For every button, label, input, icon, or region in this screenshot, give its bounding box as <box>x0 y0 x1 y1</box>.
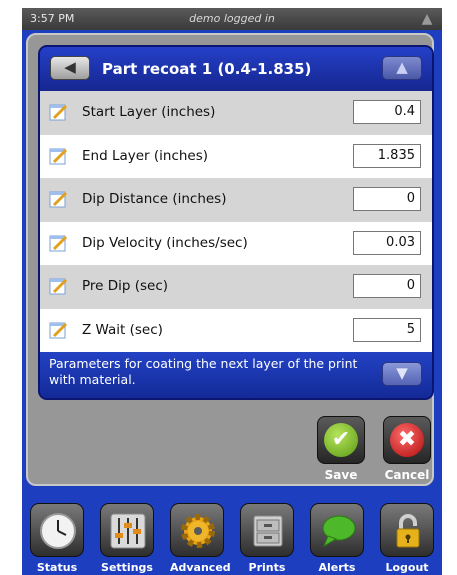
nav-prints-frame <box>240 503 294 557</box>
parameter-list: Start Layer (inches) 0.4 End Layer (inch… <box>40 91 432 352</box>
parameter-row-end-layer[interactable]: End Layer (inches) 1.835 <box>40 134 432 178</box>
save-button[interactable]: ✔ Save <box>317 416 365 482</box>
nav-advanced-frame <box>170 503 224 557</box>
edit-note-icon <box>49 322 68 338</box>
nav-logout-label: Logout <box>385 561 429 574</box>
cancel-button[interactable]: ✖ Cancel <box>383 416 431 482</box>
nav-settings[interactable]: Settings <box>100 503 154 574</box>
nav-advanced-label: Advanced <box>170 561 231 574</box>
checkmark-icon: ✔ <box>324 423 358 457</box>
arrow-up-icon: ▲ <box>396 58 408 76</box>
parameter-row-pre-dip[interactable]: Pre Dip (sec) 0 <box>40 265 432 309</box>
scroll-up-button[interactable]: ▲ <box>382 56 422 80</box>
gear-icon <box>181 514 215 548</box>
parameter-row-z-wait[interactable]: Z Wait (sec) 5 <box>40 308 432 352</box>
end-layer-input[interactable]: 1.835 <box>353 143 421 168</box>
parameters-dialog: ◀ Part recoat 1 (0.4-1.835) ▲ Start Laye… <box>38 45 434 400</box>
dialog-header: ◀ Part recoat 1 (0.4-1.835) ▲ <box>40 47 432 91</box>
nav-alerts-label: Alerts <box>318 561 356 574</box>
nav-status-frame <box>30 503 84 557</box>
back-button[interactable]: ◀ <box>50 56 90 80</box>
edit-note-icon <box>49 235 68 251</box>
dialog-footer: Parameters for coating the next layer of… <box>40 352 432 398</box>
nav-status-label: Status <box>36 561 78 574</box>
clock-icon <box>40 513 76 549</box>
dip-distance-input[interactable]: 0 <box>353 187 421 211</box>
nav-prints-label: Prints <box>248 561 286 574</box>
dialog-title: Part recoat 1 (0.4-1.835) <box>102 60 312 78</box>
scroll-down-button[interactable]: ▼ <box>382 362 422 386</box>
parameter-row-dip-distance[interactable]: Dip Distance (inches) 0 <box>40 178 432 222</box>
parameter-label: Z Wait (sec) <box>82 321 163 338</box>
z-wait-input[interactable]: 5 <box>353 317 421 342</box>
nav-logout[interactable]: Logout <box>380 503 434 574</box>
parameter-label: Dip Distance (inches) <box>82 191 227 207</box>
nav-settings-label: Settings <box>101 561 153 574</box>
save-label: Save <box>324 468 358 482</box>
nav-logout-frame <box>380 503 434 557</box>
status-bar: 3:57 PM demo logged in ▲ <box>22 8 442 30</box>
sliders-icon <box>110 513 146 549</box>
padlock-icon <box>396 514 420 548</box>
bottom-nav-bar: Status Settings Advanced Prints Alerts L… <box>22 498 442 575</box>
speech-bubble-icon <box>322 515 356 548</box>
arrow-left-icon: ◀ <box>64 58 76 76</box>
parameter-label: Dip Velocity (inches/sec) <box>82 234 248 251</box>
nav-status[interactable]: Status <box>30 503 84 574</box>
file-cabinet-icon <box>253 515 283 547</box>
parameter-row-dip-velocity[interactable]: Dip Velocity (inches/sec) 0.03 <box>40 221 432 265</box>
pre-dip-input[interactable]: 0 <box>353 274 421 298</box>
parameter-label: End Layer (inches) <box>82 147 209 164</box>
nav-alerts[interactable]: Alerts <box>310 503 364 574</box>
nav-alerts-frame <box>310 503 364 557</box>
wireless-icon: ▲ <box>421 11 433 27</box>
device-screen: 3:57 PM demo logged in ▲ ◀ Part recoat 1… <box>22 8 442 575</box>
close-icon: ✖ <box>390 423 424 457</box>
nav-settings-frame <box>100 503 154 557</box>
edit-note-icon <box>49 278 68 295</box>
status-login-text: demo logged in <box>189 12 275 25</box>
cancel-button-frame: ✖ <box>383 416 431 464</box>
cancel-label: Cancel <box>384 468 430 482</box>
content-panel: ◀ Part recoat 1 (0.4-1.835) ▲ Start Laye… <box>26 33 434 486</box>
parameter-row-start-layer[interactable]: Start Layer (inches) 0.4 <box>40 91 432 135</box>
arrow-down-icon: ▼ <box>396 364 408 382</box>
edit-note-icon <box>49 191 68 208</box>
edit-note-icon <box>49 104 68 121</box>
save-button-frame: ✔ <box>317 416 365 464</box>
parameter-label: Start Layer (inches) <box>82 104 216 120</box>
edit-note-icon <box>49 148 68 164</box>
dip-velocity-input[interactable]: 0.03 <box>353 230 421 255</box>
parameter-label: Pre Dip (sec) <box>82 278 169 294</box>
help-text: Parameters for coating the next layer of… <box>49 356 358 387</box>
nav-prints[interactable]: Prints <box>240 503 294 574</box>
nav-advanced[interactable]: Advanced <box>170 503 231 574</box>
start-layer-input[interactable]: 0.4 <box>353 100 421 124</box>
